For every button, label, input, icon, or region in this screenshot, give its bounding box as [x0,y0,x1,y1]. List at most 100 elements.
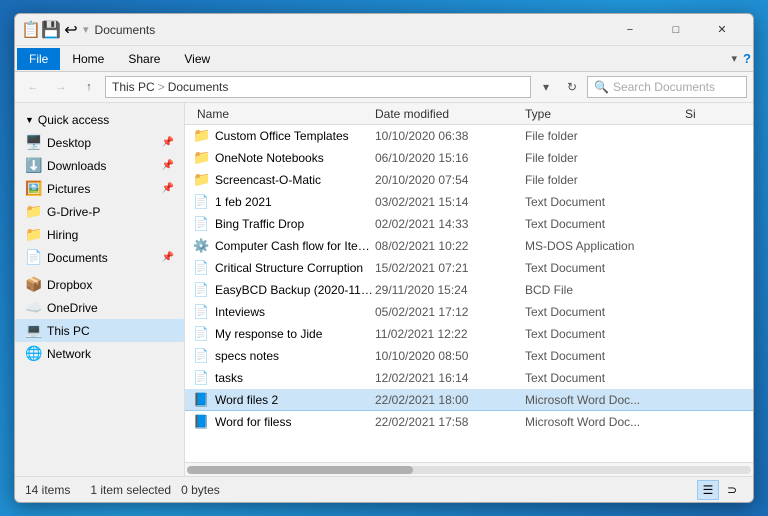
save-icon[interactable]: 💾 [43,22,59,38]
sidebar-item-hiring[interactable]: 📁 Hiring [15,223,184,246]
sidebar-item-documents[interactable]: 📄 Documents 📌 [15,246,184,269]
file-type: BCD File [525,283,685,297]
dropdown-arrow[interactable]: ▾ [535,76,557,98]
table-row[interactable]: 📄 Bing Traffic Drop 02/02/2021 14:33 Tex… [185,213,753,235]
file-icon: 📄 [193,282,209,297]
ribbon-collapse[interactable]: ▾ [732,52,738,65]
table-row[interactable]: 📄 EasyBCD Backup (2020-11-29).bcd 29/11/… [185,279,753,301]
customize-arrow[interactable]: ▾ [83,23,89,36]
details-view-button[interactable]: ☰ [697,480,719,500]
file-date: 06/10/2020 15:16 [375,151,525,165]
file-icon-cell: 📄 [193,326,211,342]
file-icon-cell: 📘 [193,414,211,430]
sidebar-item-network[interactable]: 🌐 Network [15,342,184,365]
sidebar: ▼ Quick access 🖥️ Desktop 📌 ⬇️ Downloads… [15,103,185,476]
col-header-size[interactable]: Si [685,107,745,121]
file-type: File folder [525,151,685,165]
file-name: specs notes [215,349,375,363]
sidebar-item-downloads[interactable]: ⬇️ Downloads 📌 [15,154,184,177]
file-pane: Name Date modified Type Si 📁 Custom Offi… [185,103,753,476]
file-type: Text Document [525,327,685,341]
table-row[interactable]: 📁 Custom Office Templates 10/10/2020 06:… [185,125,753,147]
back-button[interactable]: ← [21,76,45,98]
tab-share[interactable]: Share [116,48,172,70]
file-name: My response to Jide [215,327,375,341]
table-row[interactable]: 📄 1 feb 2021 03/02/2021 15:14 Text Docum… [185,191,753,213]
file-list: 📁 Custom Office Templates 10/10/2020 06:… [185,125,753,462]
sidebar-label-dropbox: Dropbox [47,278,92,292]
file-date: 11/02/2021 12:22 [375,327,525,341]
ribbon-tabs: File Home Share View ▾ ? [15,46,753,72]
file-icon: 📄 [193,194,209,209]
file-date: 10/10/2020 08:50 [375,349,525,363]
undo-icon[interactable]: ↩ [63,22,79,38]
file-date: 15/02/2021 07:21 [375,261,525,275]
selection-text: 1 item selected [90,483,171,497]
sidebar-item-gdrive[interactable]: 📁 G-Drive-P [15,200,184,223]
folder-icon: 📁 [193,149,210,165]
table-row[interactable]: 📄 specs notes 10/10/2020 08:50 Text Docu… [185,345,753,367]
pin-icon-pictures: 📌 [162,183,174,194]
close-button[interactable]: ✕ [699,14,745,46]
quick-access-icon[interactable]: 📋 [23,22,39,38]
up-button[interactable]: ↑ [77,76,101,98]
size-text: 0 bytes [181,483,220,497]
horizontal-scrollbar[interactable] [185,462,753,476]
minimize-button[interactable]: − [607,14,653,46]
help-button[interactable]: ? [743,51,751,66]
scroll-thumb[interactable] [187,466,413,474]
tab-home[interactable]: Home [60,48,116,70]
file-date: 02/02/2021 14:33 [375,217,525,231]
sidebar-quick-access-header[interactable]: ▼ Quick access [15,109,184,131]
gdrive-icon: 📁 [25,203,41,220]
table-row[interactable]: 📘 Word files 2 22/02/2021 18:00 Microsof… [185,389,753,411]
sidebar-item-thispc[interactable]: 💻 This PC [15,319,184,342]
refresh-button[interactable]: ↻ [561,76,583,98]
sidebar-item-pictures[interactable]: 🖼️ Pictures 📌 [15,177,184,200]
thispc-icon: 💻 [25,322,41,339]
ribbon: File Home Share View ▾ ? [15,46,753,72]
file-icon: 📄 [193,304,209,319]
table-row[interactable]: ⚙️ Computer Cash flow for Itechguides 08… [185,235,753,257]
file-icon: 📄 [193,348,209,363]
large-icon-view-button[interactable]: ⊃ [721,480,743,500]
file-icon: 📄 [193,370,209,385]
sidebar-item-onedrive[interactable]: ☁️ OneDrive [15,296,184,319]
address-path[interactable]: This PC > Documents [105,76,531,98]
col-header-type[interactable]: Type [525,107,685,121]
sidebar-item-desktop[interactable]: 🖥️ Desktop 📌 [15,131,184,154]
sidebar-item-dropbox[interactable]: 📦 Dropbox [15,273,184,296]
table-row[interactable]: 📁 Screencast-O-Matic 20/10/2020 07:54 Fi… [185,169,753,191]
maximize-button[interactable]: □ [653,14,699,46]
tab-view[interactable]: View [172,48,222,70]
file-icon: 📄 [193,326,209,341]
desktop-icon: 🖥️ [25,134,41,151]
forward-button[interactable]: → [49,76,73,98]
table-row[interactable]: 📄 Critical Structure Corruption 15/02/20… [185,257,753,279]
file-name: OneNote Notebooks [215,151,375,165]
tab-file[interactable]: File [17,48,60,70]
table-row[interactable]: 📄 Inteviews 05/02/2021 17:12 Text Docume… [185,301,753,323]
hiring-icon: 📁 [25,226,41,243]
search-box[interactable]: 🔍 Search Documents [587,76,747,98]
network-icon: 🌐 [25,345,41,362]
breadcrumb-documents[interactable]: Documents [168,80,229,94]
file-icon-cell: 📄 [193,348,211,364]
file-type: File folder [525,129,685,143]
table-row[interactable]: 📁 OneNote Notebooks 06/10/2020 15:16 Fil… [185,147,753,169]
search-placeholder: Search Documents [613,80,715,94]
col-header-name[interactable]: Name [193,107,375,121]
table-row[interactable]: 📄 tasks 12/02/2021 16:14 Text Document [185,367,753,389]
file-date: 22/02/2021 18:00 [375,393,525,407]
scroll-track[interactable] [187,466,751,474]
col-header-date[interactable]: Date modified [375,107,525,121]
file-name: Word for filess [215,415,375,429]
table-row[interactable]: 📘 Word for filess 22/02/2021 17:58 Micro… [185,411,753,433]
file-type: File folder [525,173,685,187]
word-icon: 📘 [193,414,209,429]
breadcrumb-thispc[interactable]: This PC [112,80,155,94]
quick-access-label: Quick access [38,113,109,127]
table-row[interactable]: 📄 My response to Jide 11/02/2021 12:22 T… [185,323,753,345]
pin-icon-downloads: 📌 [162,160,174,171]
file-list-header: Name Date modified Type Si [185,103,753,125]
